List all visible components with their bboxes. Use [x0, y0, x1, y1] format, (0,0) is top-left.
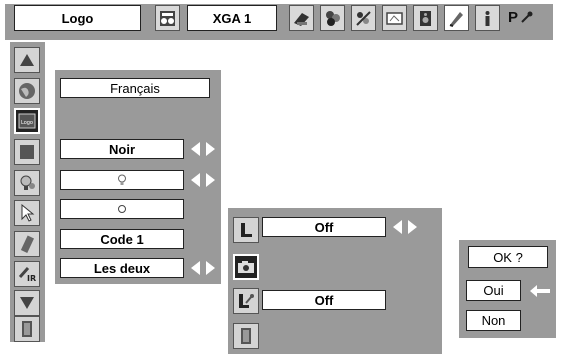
current-menu-title: Logo: [14, 5, 141, 31]
submenu-arrows-icon[interactable]: [393, 220, 417, 234]
screen-icon[interactable]: [382, 5, 407, 31]
circle-icon: [118, 205, 126, 213]
down-arrow-icon[interactable]: [14, 290, 40, 316]
language-globe-icon[interactable]: [14, 78, 40, 104]
svg-text:Logo: Logo: [21, 120, 33, 126]
pin-code-icon[interactable]: P: [508, 9, 518, 26]
information-icon[interactable]: [475, 5, 500, 31]
capture-camera-icon[interactable]: [233, 254, 259, 280]
lamp-control-icon[interactable]: [14, 170, 40, 196]
sound-icon[interactable]: [413, 5, 438, 31]
image-select-icon[interactable]: [320, 5, 345, 31]
background-icon[interactable]: [14, 139, 40, 165]
logo-code-field[interactable]: Code 1: [60, 229, 184, 249]
submenu-row3-field[interactable]: Off: [262, 290, 386, 310]
pointer-icon[interactable]: [14, 200, 40, 226]
up-arrow-icon[interactable]: [14, 47, 40, 73]
lamp-arrows-icon[interactable]: [191, 173, 215, 187]
lamp-off-field[interactable]: [60, 199, 184, 219]
submenu-row1-field[interactable]: Off: [262, 217, 386, 237]
no-button[interactable]: Non: [466, 310, 521, 331]
confirm-question: OK ?: [468, 246, 548, 268]
logo-lock-icon[interactable]: [233, 217, 259, 243]
input-source-label: XGA 1: [187, 5, 277, 31]
key-icon: [521, 11, 533, 23]
submenu-exit-icon[interactable]: [233, 323, 259, 349]
bulb-icon: [118, 174, 126, 185]
svg-text:IR: IR: [27, 274, 36, 283]
background-field[interactable]: Noir: [60, 139, 184, 159]
remote-control-icon[interactable]: [14, 231, 40, 257]
language-field[interactable]: Français: [60, 78, 210, 98]
setting-icon[interactable]: [444, 5, 469, 31]
left-arrow-icon: [530, 285, 550, 297]
pc-adjust-icon[interactable]: [289, 5, 314, 31]
pin-code-lock-icon[interactable]: [233, 288, 259, 314]
yes-button[interactable]: Oui: [466, 280, 521, 301]
display-field[interactable]: Les deux: [60, 258, 184, 278]
ir-remote-icon[interactable]: IR: [14, 261, 40, 287]
display-arrows-icon[interactable]: [191, 261, 215, 275]
exit-door-icon[interactable]: [14, 316, 40, 342]
lamp-field[interactable]: [60, 170, 184, 190]
input-source-icon[interactable]: [155, 5, 180, 31]
logo-icon[interactable]: Logo: [14, 108, 40, 134]
image-adjust-icon[interactable]: [351, 5, 376, 31]
background-arrows-icon[interactable]: [191, 142, 215, 156]
